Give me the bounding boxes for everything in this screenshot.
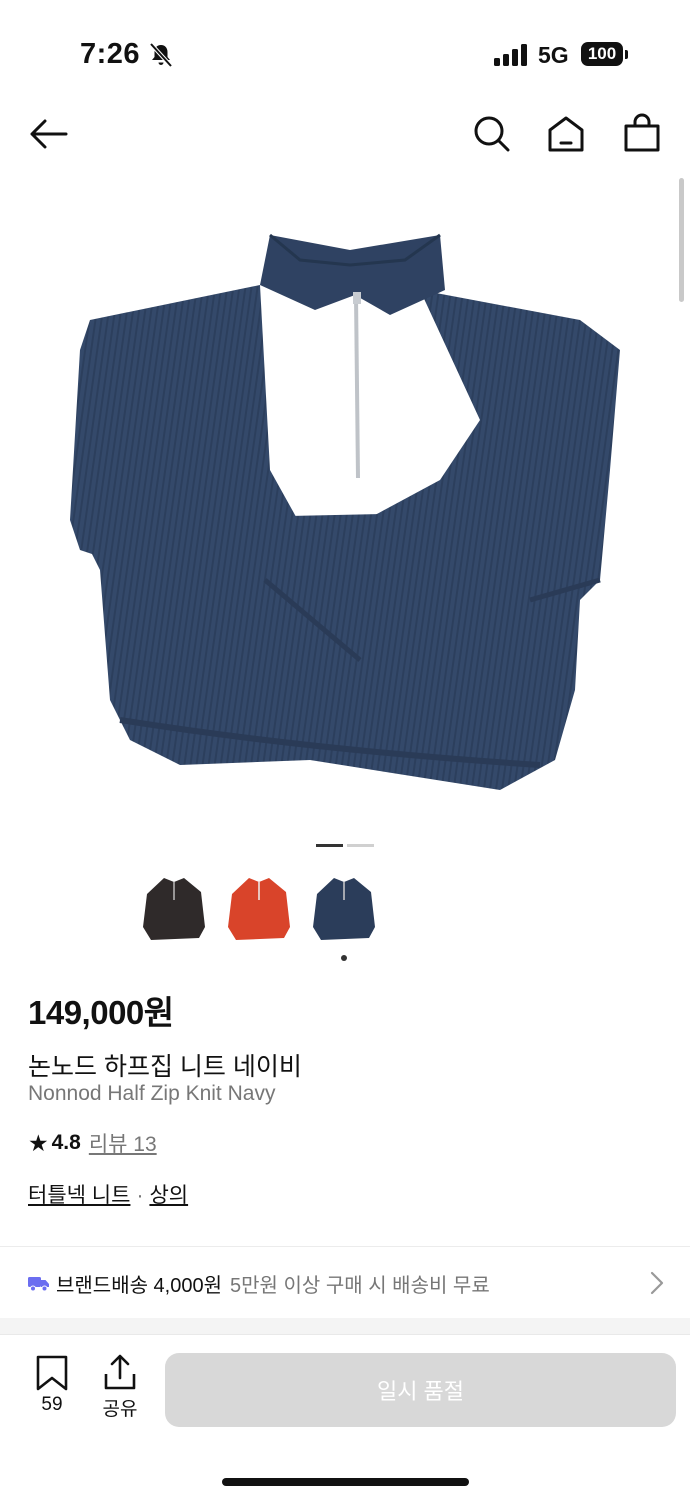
status-time: 7:26 [80,38,141,70]
category-breadcrumb: 터틀넥 니트 · 상의 [28,1179,188,1209]
product-name-ko: 논노드 하프집 니트 네이비 [28,1053,302,1081]
color-swatch-navy[interactable] [309,872,379,944]
scrollbar[interactable] [679,178,684,302]
divider [0,1246,690,1247]
home-indicator[interactable] [222,1478,469,1486]
product-rating: ★ 4.8 리뷰 13 [28,1128,157,1158]
category-link-top[interactable]: 상의 [149,1184,188,1207]
product-name-en: Nonnod Half Zip Knit Navy [28,1082,276,1105]
product-price: 149,000원 [28,994,174,1031]
bookmark-icon[interactable] [34,1355,70,1391]
chevron-right-icon[interactable] [646,1270,666,1296]
divider [0,1334,690,1335]
shipping-label: 브랜드배송 4,000원 [56,1274,223,1297]
selected-swatch-indicator [341,955,347,961]
truck-icon [28,1277,49,1292]
battery-icon: 100 [581,42,631,68]
shipping-info[interactable]: 브랜드배송 4,000원 5만원 이상 구매 시 배송비 무료 [28,1268,490,1298]
soldout-button[interactable]: 일시 품절 [165,1353,676,1427]
search-icon[interactable] [470,112,514,156]
home-icon[interactable] [544,112,588,156]
rating-score: 4.8 [51,1131,81,1154]
color-swatch-orange[interactable] [224,872,294,944]
star-icon: ★ [28,1129,49,1156]
category-separator: · [136,1184,144,1207]
bookmark-count: 59 [41,1394,63,1415]
bell-off-icon [149,42,173,68]
product-image[interactable] [60,220,630,820]
battery-level: 100 [581,42,623,66]
shopping-bag-icon[interactable] [620,112,664,156]
signal-icon [494,44,527,66]
color-swatch-black[interactable] [139,872,209,944]
network-type: 5G [538,42,569,68]
review-link[interactable]: 리뷰 13 [89,1128,157,1158]
share-label: 공유 [102,1399,138,1420]
shipping-note: 5만원 이상 구매 시 배송비 무료 [230,1274,490,1297]
share-icon[interactable] [102,1354,138,1390]
back-arrow-icon[interactable] [26,112,70,156]
section-divider [0,1318,690,1334]
category-link-turtleneck[interactable]: 터틀넥 니트 [28,1184,130,1207]
